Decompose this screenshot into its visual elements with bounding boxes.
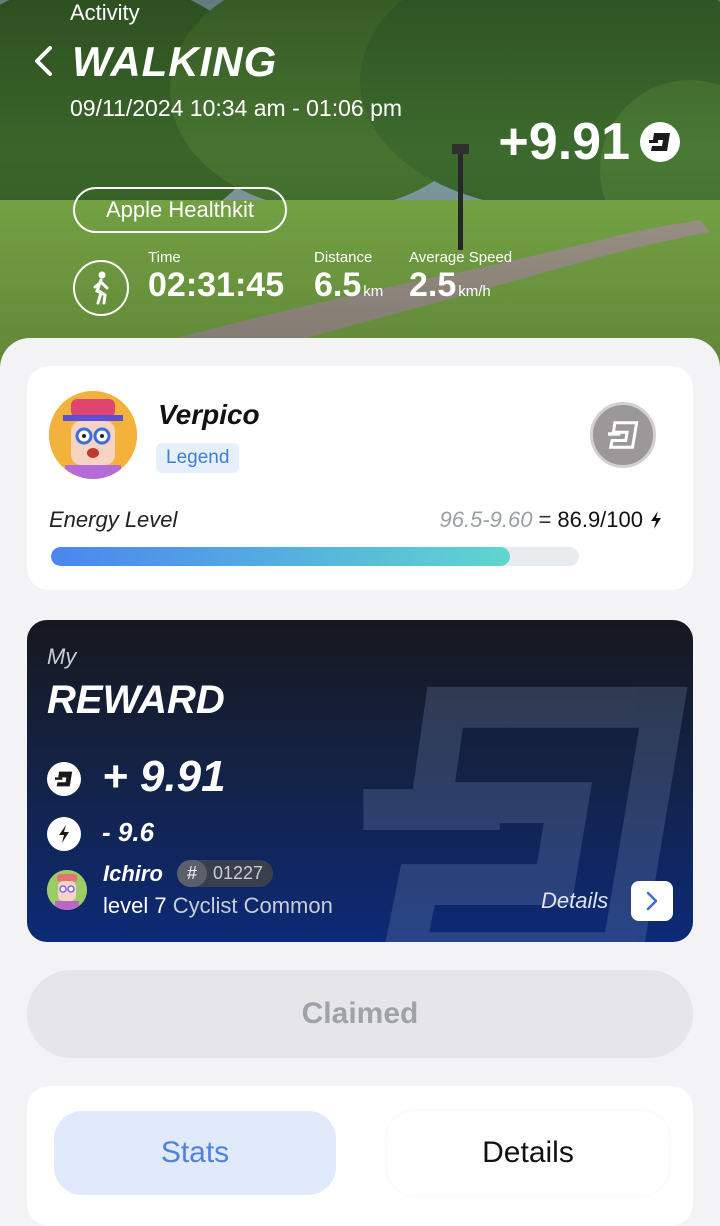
energy-calculation: 96.5-9.60 (439, 507, 533, 532)
stat-unit: km/h (458, 283, 491, 300)
hero-reward: +9.91 (498, 112, 680, 172)
stat-value: 2.5 (409, 266, 457, 304)
nft-name: Ichiro (103, 861, 163, 886)
nft-level-line: level 7 Cyclist Common (103, 893, 333, 919)
details-button[interactable] (631, 881, 673, 921)
tab-stats[interactable]: Stats (54, 1111, 336, 1195)
reward-my-label: My (47, 644, 77, 669)
apple-healthkit-button[interactable]: Apple Healthkit (73, 187, 287, 233)
tab-details[interactable]: Details (387, 1111, 669, 1195)
token-icon (590, 402, 656, 468)
section-label: Activity (70, 0, 140, 25)
nft-level: level 7 (103, 893, 167, 918)
energy-cost: - 9.6 (102, 817, 155, 847)
avatar[interactable] (49, 391, 137, 479)
energy-result: 86.9/100 (557, 507, 643, 532)
stat-label: Average Speed (409, 249, 513, 266)
stat-time: Time 02:31:45 (148, 249, 284, 305)
user-card: Verpico Legend Energy Level 96.5-9.60 = … (27, 366, 693, 590)
reward-amount: + 9.91 (102, 752, 226, 801)
nft-class: Cyclist Common (172, 893, 333, 918)
nft-avatar (47, 870, 87, 910)
lightning-icon (47, 817, 81, 851)
chevron-right-icon (646, 891, 658, 911)
tab-bar: Stats Details (27, 1086, 693, 1226)
token-icon (640, 122, 680, 162)
reward-card: My REWARD + 9.91 - 9.6 Ichiro # 01227 le… (27, 620, 693, 942)
stat-unit: km (363, 283, 384, 300)
reward-title: REWARD (47, 678, 225, 722)
token-icon (47, 762, 81, 796)
user-rank-badge: Legend (156, 443, 240, 473)
nft-id-badge: # 01227 (177, 860, 274, 887)
activity-datetime: 09/11/2024 10:34 am - 01:06 pm (70, 95, 403, 121)
hero-reward-value: +9.91 (498, 113, 630, 171)
stat-value: 02:31:45 (148, 266, 285, 304)
claimed-button[interactable]: Claimed (27, 970, 693, 1058)
energy-equals: = (538, 507, 552, 532)
energy-level-label: Energy Level (49, 507, 178, 532)
stat-label: Time (148, 249, 181, 266)
details-link-label[interactable]: Details (541, 888, 608, 914)
back-chevron-icon[interactable] (30, 44, 56, 78)
stat-average-speed: Average Speed 2.5 km/h (409, 249, 512, 305)
energy-progress-bar (51, 547, 579, 566)
hash-icon: # (177, 860, 207, 887)
energy-formula: 96.5-9.60 = 86.9/100 (440, 507, 663, 533)
stat-distance: Distance 6.5 km (314, 249, 383, 305)
stat-label: Distance (314, 249, 373, 266)
energy-progress-fill (51, 547, 510, 566)
lightning-icon (651, 511, 661, 529)
user-name: Verpico (158, 399, 260, 430)
stat-value: 6.5 (314, 266, 362, 304)
walking-icon (73, 260, 129, 316)
page-title: WALKING (72, 38, 278, 85)
nft-id: 01227 (213, 863, 264, 883)
